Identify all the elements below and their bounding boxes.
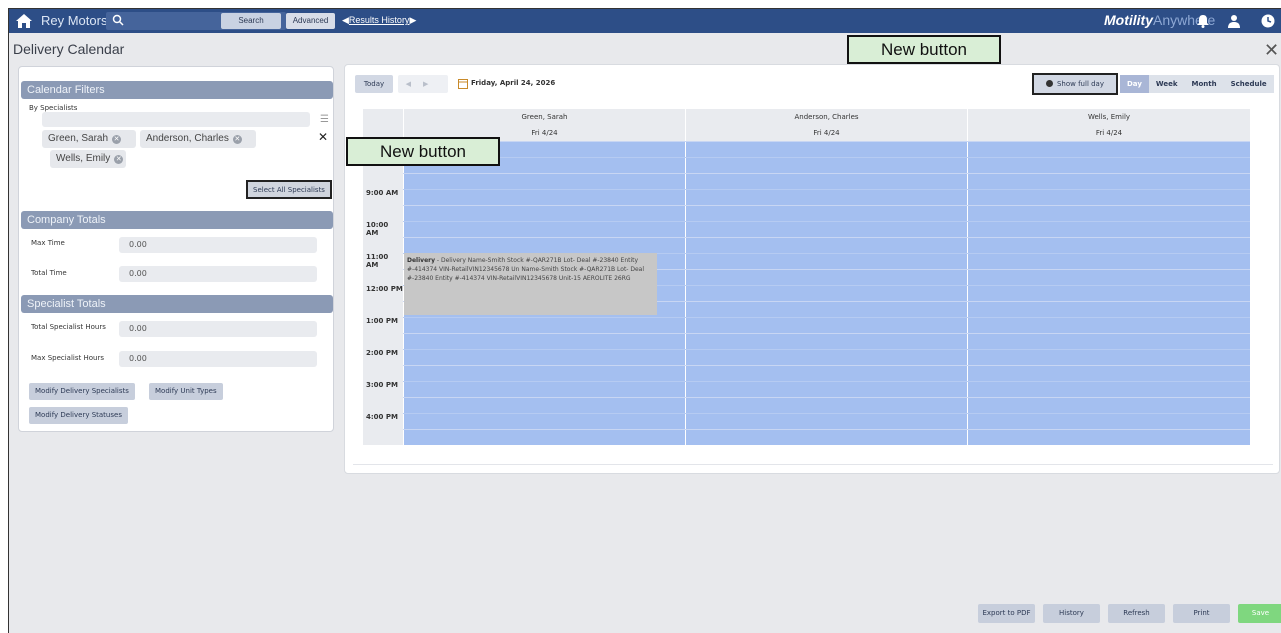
specialist-chip: Green, Sarah ✕ bbox=[42, 130, 136, 148]
max-time-field: 0.00 bbox=[119, 237, 317, 253]
calendar-filters-header: Calendar Filters bbox=[21, 81, 333, 99]
today-button[interactable]: Today bbox=[355, 75, 393, 93]
specialist-header-row: Green, Sarah Anderson, Charles Wells, Em… bbox=[363, 109, 1250, 125]
column-header-specialist: Wells, Emily bbox=[967, 109, 1250, 125]
time-slot-line bbox=[403, 157, 1250, 158]
time-label: 9:00 AM bbox=[366, 189, 399, 197]
total-time-label: Total Time bbox=[31, 269, 67, 277]
time-slot-line bbox=[403, 173, 1250, 174]
print-button[interactable]: Print bbox=[1173, 604, 1230, 623]
top-navigation-bar: Rey Motors Search Advanced ◀Results Hist… bbox=[9, 9, 1281, 33]
time-label: 10:00 AM bbox=[366, 221, 389, 237]
time-label: 3:00 PM bbox=[366, 381, 398, 389]
prev-arrow-icon[interactable]: ◀ bbox=[406, 80, 423, 88]
advanced-search-button[interactable]: Advanced bbox=[286, 13, 335, 29]
column-header-date: Fri 4/24 bbox=[967, 125, 1250, 141]
company-totals-header: Company Totals bbox=[21, 211, 333, 229]
results-history-link[interactable]: Results History bbox=[349, 15, 410, 25]
export-pdf-button[interactable]: Export to PDF bbox=[978, 604, 1035, 623]
by-specialists-label: By Specialists bbox=[29, 104, 78, 112]
time-slot-line bbox=[403, 221, 1250, 222]
remove-chip-icon[interactable]: ✕ bbox=[114, 155, 124, 164]
specialist-chip: Wells, Emily ✕ bbox=[50, 150, 126, 168]
specialist-chip: Anderson, Charles ✕ bbox=[140, 130, 256, 148]
time-slot-line bbox=[403, 205, 1250, 206]
next-arrow-icon[interactable]: ▶ bbox=[423, 80, 440, 88]
chevron-left-icon[interactable]: ◀ bbox=[342, 15, 349, 25]
clear-all-icon[interactable]: ✕ bbox=[318, 130, 328, 144]
divider bbox=[353, 464, 1273, 465]
current-date-label: Friday, April 24, 2026 bbox=[471, 79, 556, 87]
time-slot-line bbox=[403, 381, 1250, 382]
specialist-totals-header: Specialist Totals bbox=[21, 295, 333, 313]
time-slot-line bbox=[403, 237, 1250, 238]
time-slot-line bbox=[403, 365, 1250, 366]
home-icon[interactable] bbox=[15, 12, 33, 30]
history-button[interactable]: History bbox=[1043, 604, 1100, 623]
time-slot-line bbox=[403, 317, 1250, 318]
time-label: 12:00 PM bbox=[366, 285, 403, 293]
day-column-anderson[interactable] bbox=[685, 141, 967, 445]
callout-new-button-left: New button bbox=[346, 137, 500, 166]
total-specialist-hours-label: Total Specialist Hours bbox=[31, 323, 106, 331]
app-frame: Rey Motors Search Advanced ◀Results Hist… bbox=[8, 8, 1281, 633]
modify-delivery-specialists-button[interactable]: Modify Delivery Specialists bbox=[29, 383, 135, 400]
page-title: Delivery Calendar bbox=[13, 41, 125, 57]
bell-icon[interactable] bbox=[1195, 13, 1211, 29]
column-header-specialist: Green, Sarah bbox=[403, 109, 685, 125]
time-column: 9:00 AM 10:00 AM 11:00 AM 12:00 PM 1:00 … bbox=[363, 141, 403, 445]
close-icon[interactable]: ✕ bbox=[1264, 40, 1279, 61]
time-label: 11:00 AM bbox=[366, 253, 389, 269]
clock-icon[interactable] bbox=[1260, 13, 1276, 29]
time-label: 2:00 PM bbox=[366, 349, 398, 357]
remove-chip-icon[interactable]: ✕ bbox=[112, 135, 122, 144]
calendar-panel: Today ◀▶ Friday, April 24, 2026 Show ful… bbox=[344, 64, 1280, 474]
day-column-wells[interactable] bbox=[967, 141, 1250, 445]
tab-week[interactable]: Week bbox=[1148, 75, 1185, 93]
view-switcher: Day Week Month Schedule bbox=[1120, 75, 1274, 93]
time-slot-line bbox=[403, 397, 1250, 398]
chevron-right-icon[interactable]: ▶ bbox=[409, 15, 416, 25]
time-slot-line bbox=[403, 141, 1250, 142]
show-full-day-button[interactable]: Show full day bbox=[1032, 73, 1118, 95]
time-slot-line bbox=[403, 333, 1250, 334]
save-button[interactable]: Save bbox=[1238, 604, 1281, 623]
calendar-icon[interactable] bbox=[458, 78, 468, 89]
max-time-label: Max Time bbox=[31, 239, 65, 247]
max-specialist-hours-field: 0.00 bbox=[119, 351, 317, 367]
max-specialist-hours-label: Max Specialist Hours bbox=[31, 354, 104, 362]
tab-month[interactable]: Month bbox=[1184, 75, 1224, 93]
time-slot-line bbox=[403, 413, 1250, 414]
dealer-name[interactable]: Rey Motors bbox=[41, 13, 107, 28]
callout-new-button-top: New button bbox=[847, 35, 1001, 64]
remove-chip-icon[interactable]: ✕ bbox=[232, 135, 242, 144]
clock-dot-icon bbox=[1045, 80, 1053, 87]
total-specialist-hours-field: 0.00 bbox=[119, 321, 317, 337]
delivery-event[interactable]: Delivery - Delivery Name-Smith Stock #-Q… bbox=[404, 253, 657, 315]
search-icon bbox=[112, 14, 124, 26]
time-slot-line bbox=[403, 189, 1250, 190]
user-icon[interactable] bbox=[1226, 13, 1242, 29]
time-label: 4:00 PM bbox=[366, 413, 398, 421]
column-header-specialist: Anderson, Charles bbox=[685, 109, 967, 125]
tab-day[interactable]: Day bbox=[1120, 75, 1149, 93]
time-label: 1:00 PM bbox=[366, 317, 398, 325]
results-history-nav[interactable]: ◀Results History▶ bbox=[342, 15, 416, 26]
modify-delivery-statuses-button[interactable]: Modify Delivery Statuses bbox=[29, 407, 128, 424]
time-slot-line bbox=[403, 349, 1250, 350]
column-header-date: Fri 4/24 bbox=[685, 125, 967, 141]
select-all-specialists-button[interactable]: Select All Specialists bbox=[246, 180, 332, 199]
list-icon[interactable]: ☰ bbox=[320, 114, 329, 125]
date-nav-arrows[interactable]: ◀▶ bbox=[398, 75, 448, 93]
total-time-field: 0.00 bbox=[119, 266, 317, 282]
search-button[interactable]: Search bbox=[221, 13, 281, 29]
specialists-input[interactable] bbox=[42, 112, 310, 127]
refresh-button[interactable]: Refresh bbox=[1108, 604, 1165, 623]
tab-schedule[interactable]: Schedule bbox=[1223, 75, 1274, 93]
time-slot-line bbox=[403, 429, 1250, 430]
modify-unit-types-button[interactable]: Modify Unit Types bbox=[149, 383, 223, 400]
filters-panel: Calendar Filters By Specialists ☰ Green,… bbox=[18, 66, 334, 432]
